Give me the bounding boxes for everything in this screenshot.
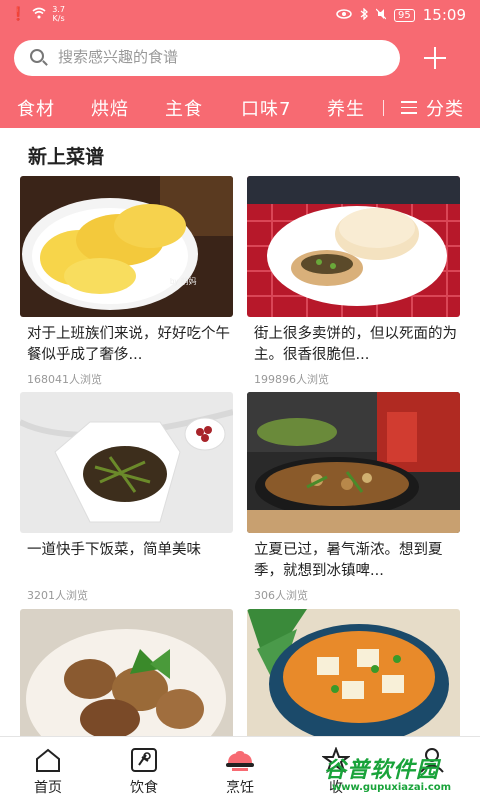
category-all-button[interactable]: 分类 [426,95,464,121]
status-bar: ❗ 3.7 K/s 95 15:09 [0,0,480,30]
cooking-pot-icon [226,747,254,773]
category-staple[interactable]: 主食 [165,95,203,121]
recipe-card[interactable]: 一道快手下饭菜，简单美味 3201人浏览 [20,392,233,603]
recipe-title: 街上很多卖饼的，但以死面的为主。很香很脆但... [254,326,457,363]
image-watermark: by 萌妈 [170,276,197,286]
category-bar: 食材 烘焙 主食 口味7 养生 分类 [0,92,480,124]
clock: 15:09 [422,6,466,24]
mute-icon [375,8,387,23]
eye-icon [336,8,352,22]
recipe-card[interactable] [247,609,460,736]
list-icon[interactable] [401,101,417,115]
watermark-url: www.gupuxiazai.com [332,782,452,793]
recipe-feed: 新上菜谱 by 萌妈 对于上班族们来说，好好吃个午餐似乎成了奢侈... 1680… [0,128,480,736]
bluetooth-icon [360,6,368,23]
recipe-image [20,609,233,736]
section-title: 新上菜谱 [28,146,105,168]
site-watermark: 谷普软件园 www.gupuxiazai.com [322,752,480,800]
food-icon [130,747,158,773]
tab-cooking[interactable]: 烹饪 [192,737,288,800]
tab-home[interactable]: 首页 [0,737,96,800]
recipe-image [247,609,460,736]
search-icon [30,49,44,63]
recipe-image [20,392,233,533]
category-divider [383,100,384,116]
recipe-image: by 萌妈 [20,176,233,317]
category-baking[interactable]: 烘焙 [91,95,129,121]
recipe-card[interactable]: 立夏已过，暑气渐浓。想到夏季，就想到冰镇啤... 306人浏览 [247,392,460,603]
recipe-card[interactable] [20,609,233,736]
recipe-image [247,176,460,317]
add-recipe-button[interactable] [424,47,446,69]
battery-indicator: 95 [394,8,415,22]
tab-diet[interactable]: 饮食 [96,737,192,800]
recipe-views: 199896人浏览 [254,373,329,386]
watermark-text: 谷普软件园 [324,758,440,783]
recipe-title: 一道快手下饭菜，简单美味 [27,542,201,558]
search-input[interactable] [58,48,378,66]
home-icon [34,747,62,773]
recipe-views: 3201人浏览 [27,589,88,602]
alert-icon: ❗ [10,6,27,22]
category-flavor[interactable]: 口味7 [241,95,291,121]
recipe-views: 168041人浏览 [27,373,102,386]
net-speed: 3.7 K/s [52,5,65,23]
recipe-views: 306人浏览 [254,589,308,602]
search-bar[interactable] [14,40,400,76]
recipe-card[interactable]: 街上很多卖饼的，但以死面的为主。很香很脆但... 199896人浏览 [247,176,460,387]
recipe-card[interactable]: by 萌妈 对于上班族们来说，好好吃个午餐似乎成了奢侈... 168041人浏览 [20,176,233,387]
wifi-icon [32,7,46,22]
recipe-image [247,392,460,533]
category-ingredients[interactable]: 食材 [17,95,55,121]
category-health[interactable]: 养生 [327,95,365,121]
header: 食材 烘焙 主食 口味7 养生 分类 [0,30,480,128]
recipe-title: 对于上班族们来说，好好吃个午餐似乎成了奢侈... [27,326,230,363]
recipe-title: 立夏已过，暑气渐浓。想到夏季，就想到冰镇啤... [254,542,443,579]
